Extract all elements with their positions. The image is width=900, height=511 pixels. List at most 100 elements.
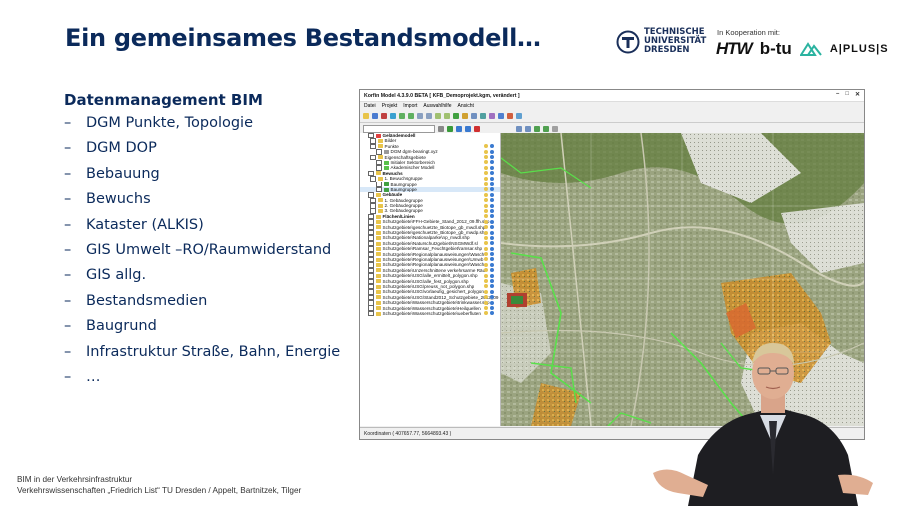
grid-icon[interactable] — [390, 113, 396, 119]
layer-style-icon[interactable] — [484, 268, 488, 273]
layer-visibility-icon[interactable] — [490, 225, 494, 230]
layer-visibility-icon[interactable] — [490, 187, 494, 192]
search-icon[interactable] — [438, 126, 444, 132]
layer-visibility-icon[interactable] — [490, 241, 494, 246]
move-icon[interactable] — [426, 113, 432, 119]
layer-style-icon[interactable] — [484, 306, 488, 310]
layer-style-icon[interactable] — [484, 198, 488, 203]
layer-visibility-icon[interactable] — [490, 144, 494, 149]
layer-visibility-icon[interactable] — [490, 160, 494, 165]
layer-style-icon[interactable] — [484, 171, 488, 176]
layer-visibility-icon[interactable] — [490, 208, 494, 213]
layer-style-icon[interactable] — [484, 176, 488, 181]
layer-style-icon[interactable] — [484, 219, 488, 224]
layer-visibility-icon[interactable] — [490, 165, 494, 170]
layer-visibility-icon[interactable] — [490, 300, 494, 305]
layer-visibility-icon[interactable] — [490, 262, 494, 267]
measure-icon[interactable] — [471, 113, 477, 119]
select-icon[interactable] — [480, 113, 486, 119]
zoom-in-icon[interactable] — [516, 126, 522, 132]
polygon-icon[interactable] — [435, 113, 441, 119]
layer-style-icon[interactable] — [484, 311, 488, 316]
layer-visibility-icon[interactable] — [490, 273, 494, 278]
layer-visibility-icon[interactable] — [490, 311, 494, 316]
layer-visibility-icon[interactable] — [490, 155, 494, 160]
tree-add-icon[interactable] — [408, 113, 414, 119]
menu-auswahlhilfe[interactable]: Auswahlhilfe — [423, 103, 451, 109]
view-icon[interactable] — [516, 113, 522, 119]
layer-style-icon[interactable] — [484, 165, 488, 170]
layer-style-icon[interactable] — [484, 214, 488, 219]
layer-style-icon[interactable] — [484, 235, 488, 240]
search-input[interactable] — [363, 125, 435, 133]
tree-node[interactable]: Schutzgebiete\Wasserschutzgebiete\ueberf… — [360, 310, 500, 317]
layer-style-icon[interactable] — [484, 300, 488, 305]
layer-style-icon[interactable] — [484, 262, 488, 267]
layer-style-icon[interactable] — [484, 149, 488, 154]
layer-visibility-icon[interactable] — [490, 306, 494, 310]
layer-style-icon[interactable] — [484, 241, 488, 246]
layer-visibility-icon[interactable] — [490, 252, 494, 257]
layer-visibility-icon[interactable] — [490, 149, 494, 154]
layer-visibility-icon[interactable] — [490, 246, 494, 251]
layer-icon[interactable] — [462, 113, 468, 119]
minimize-button[interactable]: – — [836, 91, 839, 98]
pan-icon[interactable] — [534, 126, 540, 132]
delete-icon[interactable] — [381, 113, 387, 119]
layer-visibility-icon[interactable] — [490, 182, 494, 187]
layer-visibility-icon[interactable] — [490, 268, 494, 273]
zoom-out-icon[interactable] — [525, 126, 531, 132]
gear-icon[interactable] — [447, 126, 453, 132]
layer-visibility-icon[interactable] — [490, 230, 494, 235]
layer-visibility-icon[interactable] — [490, 192, 494, 197]
fit-icon[interactable] — [552, 126, 558, 132]
refresh-icon[interactable] — [465, 126, 471, 132]
menu-datei[interactable]: Datei — [364, 103, 376, 109]
layer-style-icon[interactable] — [484, 192, 488, 197]
layer-style-icon[interactable] — [484, 155, 488, 160]
open-folder-icon[interactable] — [363, 113, 369, 119]
layer-visibility-icon[interactable] — [490, 284, 494, 289]
layer-visibility-icon[interactable] — [490, 171, 494, 176]
layer-visibility-icon[interactable] — [490, 203, 494, 208]
arrow-icon[interactable] — [417, 113, 423, 119]
menu-projekt[interactable]: Projekt — [382, 103, 398, 109]
layer-visibility-icon[interactable] — [490, 198, 494, 203]
layer-visibility-icon[interactable] — [490, 235, 494, 240]
layer-style-icon[interactable] — [484, 289, 488, 294]
layer-style-icon[interactable] — [484, 279, 488, 284]
layer-style-icon[interactable] — [484, 230, 488, 235]
layer-checkbox[interactable] — [368, 310, 374, 317]
layer-visibility-icon[interactable] — [490, 289, 494, 294]
layer-style-icon[interactable] — [484, 208, 488, 213]
layer-style-icon[interactable] — [484, 225, 488, 230]
layer-style-icon[interactable] — [484, 273, 488, 278]
point-icon[interactable] — [453, 113, 459, 119]
layer-visibility-icon[interactable] — [490, 295, 494, 300]
tree-icon[interactable] — [399, 113, 405, 119]
rotate-icon[interactable] — [543, 126, 549, 132]
layer-style-icon[interactable] — [484, 160, 488, 165]
menu-import[interactable]: Import — [403, 103, 417, 109]
layer-style-icon[interactable] — [484, 295, 488, 300]
save-icon[interactable] — [372, 113, 378, 119]
layer-style-icon[interactable] — [484, 182, 488, 187]
layer-visibility-icon[interactable] — [490, 219, 494, 224]
layer-style-icon[interactable] — [484, 203, 488, 208]
layer-style-icon[interactable] — [484, 246, 488, 251]
layer-visibility-icon[interactable] — [490, 257, 494, 262]
layer-style-icon[interactable] — [484, 257, 488, 262]
close-icon[interactable] — [474, 126, 480, 132]
layer-style-icon[interactable] — [484, 252, 488, 257]
globe-icon[interactable] — [456, 126, 462, 132]
layer-style-icon[interactable] — [484, 187, 488, 192]
edit-icon[interactable] — [489, 113, 495, 119]
menu-ansicht[interactable]: Ansicht — [458, 103, 474, 109]
line-icon[interactable] — [444, 113, 450, 119]
export-icon[interactable] — [507, 113, 513, 119]
import-icon[interactable] — [498, 113, 504, 119]
layer-style-icon[interactable] — [484, 284, 488, 289]
layer-style-icon[interactable] — [484, 144, 488, 149]
layer-visibility-icon[interactable] — [490, 176, 494, 181]
maximize-button[interactable]: □ — [845, 91, 849, 98]
